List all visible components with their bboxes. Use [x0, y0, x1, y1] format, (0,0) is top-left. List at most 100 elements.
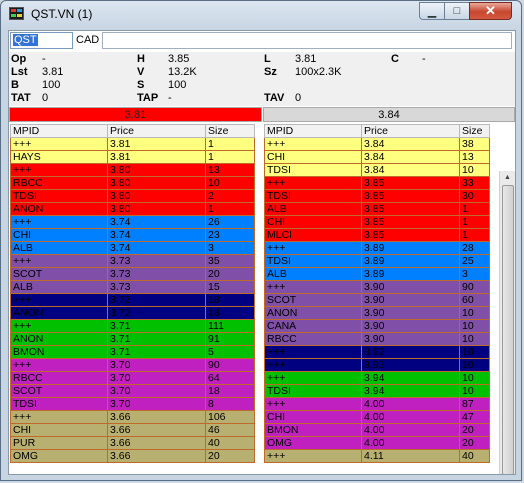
ask-mpid-cell: CANA [264, 319, 362, 333]
bid-price-cell: 3.73 [107, 254, 206, 268]
bid-row[interactable]: TDSI 3.70 8 [10, 397, 255, 411]
ask-price-cell: 3.93 [361, 358, 460, 372]
ask-row[interactable]: MLCI 3.85 1 [264, 228, 490, 242]
bid-size-header[interactable]: Size [205, 124, 255, 138]
ask-size-cell: 10 [459, 163, 490, 177]
ask-row[interactable]: CANA 3.90 10 [264, 319, 490, 333]
ask-row[interactable]: +++ 3.89 28 [264, 241, 490, 255]
ask-row[interactable]: ALB 3.89 3 [264, 267, 490, 281]
op-label: Op [11, 53, 27, 65]
bid-mpid-cell: ANON [10, 332, 108, 346]
ask-row[interactable]: CHI 3.84 13 [264, 150, 490, 164]
bid-mpid-cell: ALB [10, 280, 108, 294]
ask-row[interactable]: +++ 4.11 40 [264, 449, 490, 463]
ask-row[interactable]: RBCC 3.90 10 [264, 332, 490, 346]
bid-price-cell: 3.73 [107, 280, 206, 294]
bid-size-cell: 106 [205, 410, 255, 424]
bid-price-cell: 3.66 [107, 436, 206, 450]
bid-row[interactable]: TDSI 3.80 2 [10, 189, 255, 203]
ask-row[interactable]: TDSI 3.89 25 [264, 254, 490, 268]
ask-row[interactable]: ALB 3.85 1 [264, 202, 490, 216]
bid-price-header[interactable]: Price [107, 124, 206, 138]
ask-row[interactable]: TDSI 3.94 10 [264, 384, 490, 398]
ask-price-cell: 3.85 [361, 189, 460, 203]
symbol-row: QST CAD [9, 31, 515, 52]
ask-size-header[interactable]: Size [459, 124, 490, 138]
ask-row[interactable]: +++ 3.84 38 [264, 137, 490, 151]
bid-price-cell: 3.70 [107, 384, 206, 398]
ask-row[interactable]: TDSI 3.84 10 [264, 163, 490, 177]
ask-mpid-header[interactable]: MPID [264, 124, 362, 138]
bid-row[interactable]: OMG 3.66 20 [10, 449, 255, 463]
bid-row[interactable]: ANON 3.72 18 [10, 306, 255, 320]
ask-row[interactable]: +++ 3.92 10 [264, 345, 490, 359]
bid-row[interactable]: +++ 3.66 106 [10, 410, 255, 424]
ask-row[interactable]: +++ 3.90 90 [264, 280, 490, 294]
bid-row[interactable]: ANON 3.71 91 [10, 332, 255, 346]
minimize-button[interactable]: ▁ [419, 2, 445, 20]
ask-row[interactable]: +++ 3.93 10 [264, 358, 490, 372]
ask-scrollbar[interactable]: ▲ [499, 171, 515, 474]
bid-row[interactable]: CHI 3.74 23 [10, 228, 255, 242]
ask-row[interactable]: TDSI 3.85 30 [264, 189, 490, 203]
bid-row[interactable]: RBCC 3.80 10 [10, 176, 255, 190]
ask-price-cell: 3.85 [361, 228, 460, 242]
bid-row[interactable]: +++ 3.81 1 [10, 137, 255, 151]
bid-price-cell: 3.71 [107, 319, 206, 333]
symbol-input[interactable]: QST [10, 32, 73, 49]
bid-row[interactable]: CHI 3.66 46 [10, 423, 255, 437]
maximize-button[interactable]: □ [444, 2, 470, 20]
ask-price-cell: 3.85 [361, 215, 460, 229]
bid-row[interactable]: +++ 3.70 90 [10, 358, 255, 372]
bid-mpid-cell: +++ [10, 215, 108, 229]
ask-size-cell: 10 [459, 319, 490, 333]
bid-row[interactable]: BMON 3.71 5 [10, 345, 255, 359]
ask-size-cell: 33 [459, 176, 490, 190]
bid-mpid-header[interactable]: MPID [10, 124, 108, 138]
tap-value: - [168, 92, 172, 104]
description-field[interactable] [102, 32, 512, 49]
bid-row[interactable]: ALB 3.74 3 [10, 241, 255, 255]
ask-size-cell: 10 [459, 384, 490, 398]
scroll-up-icon[interactable]: ▲ [504, 174, 511, 181]
ask-size-cell: 10 [459, 332, 490, 346]
scroll-thumb[interactable] [502, 185, 514, 474]
bid-row[interactable]: RBCC 3.70 64 [10, 371, 255, 385]
bid-price-cell: 3.81 [107, 150, 206, 164]
bid-mpid-cell: BMON [10, 345, 108, 359]
bid-row[interactable]: PUR 3.66 40 [10, 436, 255, 450]
bid-row[interactable]: ALB 3.73 15 [10, 280, 255, 294]
ask-mpid-cell: BMON [264, 423, 362, 437]
bid-row[interactable]: +++ 3.74 26 [10, 215, 255, 229]
bid-row[interactable]: +++ 3.80 13 [10, 163, 255, 177]
ask-row[interactable]: +++ 3.94 10 [264, 371, 490, 385]
sz-label: Sz [264, 66, 277, 78]
title-bar[interactable]: QST.VN (1) ▁ □ ✕ [1, 1, 521, 27]
bid-row[interactable]: SCOT 3.70 18 [10, 384, 255, 398]
quote-panel: Op - H 3.85 L 3.81 C - Lst 3.81 V 13.2K … [9, 52, 515, 106]
bid-size-cell: 23 [205, 228, 255, 242]
ask-mpid-cell: +++ [264, 449, 362, 463]
bid-mpid-cell: +++ [10, 293, 108, 307]
ask-row[interactable]: OMG 4.00 20 [264, 436, 490, 450]
ask-row[interactable]: +++ 3.85 33 [264, 176, 490, 190]
ask-mpid-cell: TDSI [264, 189, 362, 203]
ask-mpid-cell: ALB [264, 202, 362, 216]
ask-row[interactable]: BMON 4.00 20 [264, 423, 490, 437]
ask-price-header[interactable]: Price [361, 124, 460, 138]
bid-row[interactable]: HAYS 3.81 1 [10, 150, 255, 164]
ask-row[interactable]: SCOT 3.90 60 [264, 293, 490, 307]
bid-row[interactable]: +++ 3.71 111 [10, 319, 255, 333]
ask-row[interactable]: CHI 4.00 47 [264, 410, 490, 424]
close-button[interactable]: ✕ [469, 2, 512, 20]
bid-row[interactable]: +++ 3.72 18 [10, 293, 255, 307]
bid-row[interactable]: SCOT 3.73 20 [10, 267, 255, 281]
bid-mpid-cell: SCOT [10, 384, 108, 398]
bid-row[interactable]: ANON 3.80 1 [10, 202, 255, 216]
bid-row[interactable]: +++ 3.73 35 [10, 254, 255, 268]
ask-row[interactable]: ANON 3.90 10 [264, 306, 490, 320]
lst-value: 3.81 [42, 66, 64, 78]
ask-row[interactable]: +++ 4.00 87 [264, 397, 490, 411]
ask-row[interactable]: CHI 3.85 1 [264, 215, 490, 229]
bid-mpid-cell: RBCC [10, 176, 108, 190]
